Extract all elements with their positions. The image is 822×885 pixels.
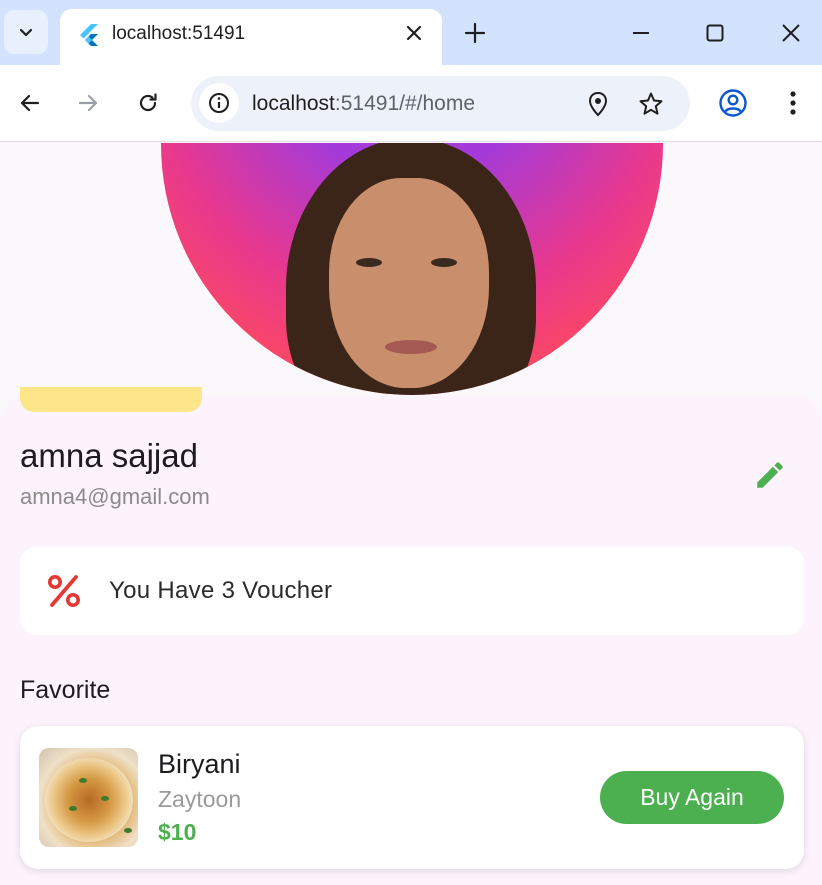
tab-title: localhost:51491: [112, 23, 246, 44]
url-text[interactable]: localhost:51491/#/home: [252, 91, 475, 117]
browser-menu-button[interactable]: [777, 87, 809, 119]
profile-sheet: amna sajjad amna4@gmail.com You Have 3 V…: [0, 387, 822, 885]
buy-again-button[interactable]: Buy Again: [600, 771, 784, 824]
user-email: amna4@gmail.com: [20, 484, 210, 509]
favorite-section-title: Favorite: [20, 676, 111, 704]
reload-button[interactable]: [132, 87, 164, 119]
plus-icon: [464, 22, 486, 44]
address-bar[interactable]: localhost:51491/#/home: [191, 76, 690, 131]
avatar-face: [329, 178, 489, 388]
bookmark-button[interactable]: [637, 90, 665, 118]
food-garnish: [124, 828, 132, 833]
food-price: $10: [158, 819, 197, 845]
close-icon: [782, 24, 800, 42]
tab-strip: localhost:51491: [0, 0, 822, 65]
arrow-right-icon: [78, 94, 98, 112]
new-tab-button[interactable]: [462, 20, 488, 46]
close-window-button[interactable]: [776, 18, 806, 48]
restaurant-name: Zaytoon: [158, 786, 242, 812]
site-info-button[interactable]: [199, 83, 239, 123]
food-garnish: [79, 778, 87, 783]
url-path: :51491/#/home: [334, 92, 475, 115]
food-garnish: [69, 806, 77, 811]
maximize-button[interactable]: [700, 18, 730, 48]
close-icon: [406, 25, 422, 41]
member-badge: [20, 387, 202, 412]
flutter-icon: [80, 24, 98, 46]
food-garnish: [101, 796, 109, 801]
voucher-card[interactable]: You Have 3 Voucher: [20, 547, 804, 635]
food-bowl: [45, 758, 133, 842]
info-icon: [209, 93, 229, 113]
reload-icon: [139, 93, 157, 112]
percent-icon: [48, 575, 80, 607]
location-pin-icon: [588, 91, 608, 117]
avatar-eye: [356, 258, 382, 267]
location-button[interactable]: [584, 90, 612, 118]
profile-page: amna sajjad amna4@gmail.com You Have 3 V…: [0, 143, 822, 885]
pencil-icon: [757, 462, 783, 488]
back-button[interactable]: [14, 87, 46, 119]
food-name: Biryani: [158, 749, 241, 779]
browser-tab[interactable]: localhost:51491: [60, 9, 442, 65]
profile-button[interactable]: [717, 87, 749, 119]
arrow-left-icon: [20, 94, 40, 112]
maximize-icon: [706, 24, 724, 42]
minimize-button[interactable]: [626, 18, 656, 48]
voucher-text: You Have 3 Voucher: [109, 577, 333, 604]
favorite-item-card[interactable]: Biryani Zaytoon $10 Buy Again: [20, 726, 804, 869]
tab-search-button[interactable]: [4, 10, 48, 54]
account-icon: [719, 89, 747, 117]
forward-button[interactable]: [72, 87, 104, 119]
star-icon: [639, 92, 663, 115]
avatar-lips: [385, 340, 437, 354]
url-host: localhost: [252, 92, 335, 115]
close-tab-button[interactable]: [402, 21, 426, 45]
minimize-icon: [633, 32, 649, 34]
food-image: [39, 748, 138, 847]
user-name: amna sajjad: [20, 437, 198, 474]
profile-avatar: [161, 143, 663, 395]
more-vert-icon: [790, 91, 796, 115]
browser-toolbar: localhost:51491/#/home: [0, 65, 822, 142]
avatar-eye: [431, 258, 457, 267]
edit-profile-button[interactable]: [748, 453, 792, 497]
chevron-down-icon: [19, 28, 33, 37]
